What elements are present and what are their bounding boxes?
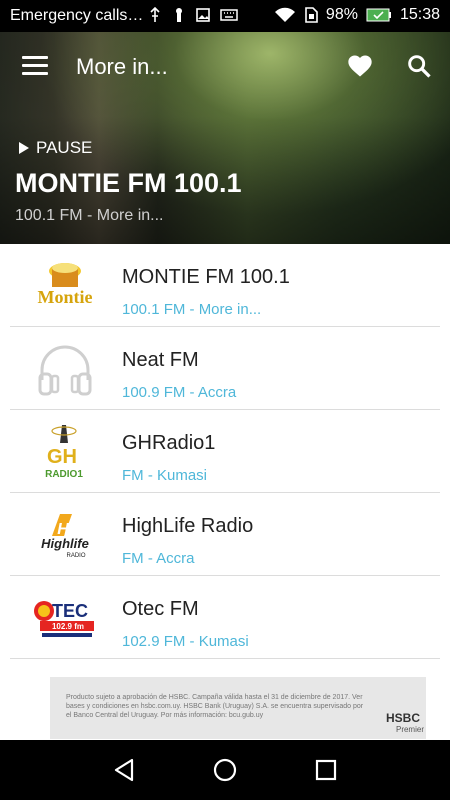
svg-text:102.9 fm: 102.9 fm: [52, 622, 84, 631]
wifi-icon: [274, 7, 295, 22]
image-icon: [196, 8, 210, 22]
station-detail: 100.9 FM - Accra: [122, 384, 237, 401]
now-playing-title: MONTIE FM 100.1: [15, 168, 242, 198]
montie-logo: Montie: [32, 263, 98, 307]
list-item[interactable]: GH RADIO1 GHRadio1 FM - Kumasi: [10, 410, 440, 493]
ghradio-logo: GH RADIO1: [45, 425, 83, 479]
sim-icon: [305, 7, 318, 23]
list-item[interactable]: Montie MONTIE FM 100.1 100.1 FM - More i…: [10, 244, 440, 327]
search-icon[interactable]: [405, 52, 433, 80]
svg-text:GH: GH: [47, 446, 77, 468]
status-icons: [148, 7, 238, 23]
status-time: 15:38: [399, 6, 440, 23]
status-right: 98% 15:38: [274, 6, 440, 24]
station-detail: FM - Accra: [122, 550, 195, 567]
station-list: Montie MONTIE FM 100.1 100.1 FM - More i…: [10, 244, 440, 659]
home-icon[interactable]: [212, 757, 238, 783]
recent-apps-icon[interactable]: [314, 758, 338, 782]
status-carrier-text: Emergency calls…: [10, 7, 144, 24]
hamburger-menu-icon[interactable]: [22, 56, 48, 76]
lock-icon: [176, 8, 182, 22]
svg-text:RADIO1: RADIO1: [45, 469, 83, 479]
station-detail: FM - Kumasi: [122, 467, 208, 484]
ad-banner[interactable]: Producto sujeto a aprobación de HSBC. Ca…: [50, 677, 426, 739]
station-detail: 100.1 FM - More in...: [122, 301, 262, 318]
now-playing-header: More in... PAUSE MONTIE FM 100.1 100.1 F…: [0, 32, 450, 244]
svg-text:Highlife: Highlife: [41, 536, 89, 551]
station-name: GHRadio1: [122, 432, 216, 454]
play-state-label: PAUSE: [36, 138, 93, 157]
station-name: Neat FM: [122, 349, 199, 371]
ad-brand-sub: Premier: [395, 725, 424, 734]
battery-percent: 98%: [325, 6, 358, 23]
otec-logo: TEC 102.9 fm: [34, 601, 94, 637]
list-item[interactable]: Neat FM 100.9 FM - Accra: [10, 327, 440, 410]
back-icon[interactable]: [112, 757, 138, 783]
station-name: Otec FM: [122, 598, 199, 620]
highlife-logo: H Highlife RADIO: [41, 514, 89, 559]
battery-icon: [366, 8, 391, 22]
svg-text:Montie: Montie: [38, 287, 93, 307]
usb-icon: [150, 7, 160, 22]
toolbar-title: More in...: [76, 54, 168, 79]
now-playing-subtitle: 100.1 FM - More in...: [15, 207, 164, 224]
keyboard-icon: [220, 9, 238, 21]
svg-text:RADIO: RADIO: [66, 553, 85, 559]
ad-text: Producto sujeto a aprobación de HSBC. Ca…: [66, 694, 364, 719]
station-name: HighLife Radio: [122, 515, 254, 537]
pause-button[interactable]: PAUSE: [18, 138, 92, 158]
system-nav-bar: [0, 740, 450, 800]
toolbar: More in...: [0, 32, 450, 102]
status-bar: Emergency calls… 98% 15:38: [0, 0, 450, 32]
list-item[interactable]: H Highlife RADIO HighLife Radio FM - Acc…: [10, 493, 440, 576]
list-item[interactable]: TEC 102.9 fm Otec FM 102.9 FM - Kumasi: [10, 576, 440, 659]
heart-icon[interactable]: [346, 52, 374, 80]
headphones-placeholder-icon: [38, 345, 92, 396]
station-detail: 102.9 FM - Kumasi: [122, 633, 249, 650]
ad-brand: HSBC: [385, 711, 420, 725]
svg-text:TEC: TEC: [52, 601, 88, 621]
play-icon: [19, 142, 29, 154]
station-name: MONTIE FM 100.1: [122, 266, 290, 288]
